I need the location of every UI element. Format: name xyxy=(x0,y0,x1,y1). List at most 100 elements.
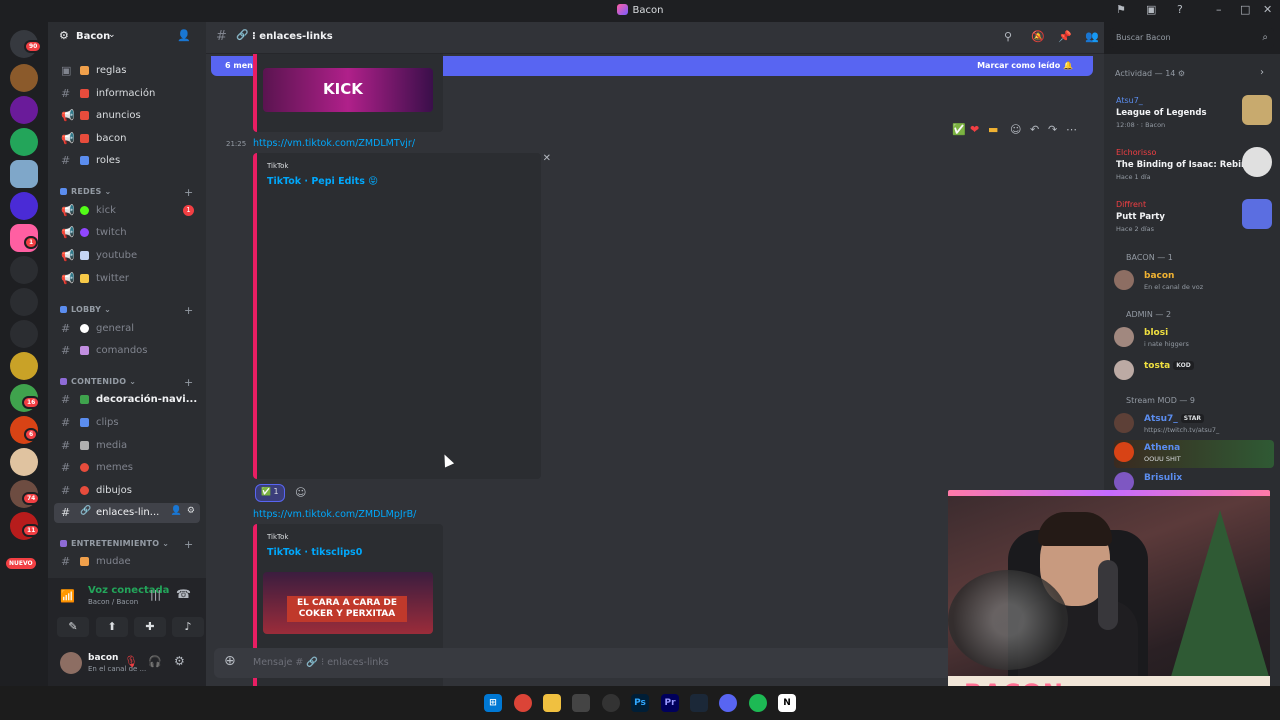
threads-icon[interactable]: ⚲ xyxy=(1004,30,1012,43)
server-icon[interactable] xyxy=(10,128,38,156)
more-icon[interactable]: ⋯ xyxy=(1066,123,1077,136)
server-icon[interactable] xyxy=(10,352,38,380)
premiere-icon[interactable]: Pr xyxy=(661,694,679,712)
channel-item[interactable]: # clips xyxy=(54,413,200,433)
add-channel-icon[interactable]: + xyxy=(184,186,193,199)
server-icon[interactable] xyxy=(10,256,38,284)
channel-item[interactable]: # media xyxy=(54,436,200,456)
add-reaction-icon[interactable]: ☺ xyxy=(295,486,306,499)
member-item[interactable]: blosi i nate higgers xyxy=(1114,325,1274,353)
server-header[interactable]: ⚙ Bacon ⌄ 👤 xyxy=(48,22,206,54)
channel-item[interactable]: ▣ reglas xyxy=(54,61,200,81)
channel-item[interactable]: # mudae xyxy=(54,552,200,572)
activity-card[interactable]: Diffrent Putt Party Hace 2 días xyxy=(1110,196,1274,244)
reaction-check[interactable]: ✅ 1 xyxy=(255,484,285,502)
avatar[interactable] xyxy=(60,652,82,674)
channel-item[interactable]: 📢 kick 1 xyxy=(54,201,200,221)
channel-item[interactable]: # general xyxy=(54,319,200,339)
soundboard-button[interactable]: ♪ xyxy=(172,617,204,637)
channel-item[interactable]: # información xyxy=(54,84,200,104)
member-list-icon[interactable]: 👥 xyxy=(1085,30,1099,43)
help-icon[interactable]: ? xyxy=(1177,3,1183,16)
file-explorer-icon[interactable] xyxy=(543,694,561,712)
channel-item[interactable]: 📢 bacon xyxy=(54,129,200,149)
category-contenido[interactable]: CONTENIDO ⌄ + xyxy=(60,376,193,389)
channel-item[interactable]: # decoración-navi... xyxy=(54,390,200,410)
embed-thumbnail[interactable]: EL CARA A CARA DE COKER Y PERXITAA xyxy=(263,572,433,634)
rainbow-flag-icon[interactable]: ▬ xyxy=(988,123,998,136)
add-channel-icon[interactable]: + xyxy=(184,304,193,317)
notifications-icon[interactable]: 🔕 xyxy=(1031,30,1045,43)
disconnect-icon[interactable]: ☎ xyxy=(176,587,191,601)
headphones-muted-icon[interactable]: 🎧 xyxy=(148,655,162,668)
add-channel-icon[interactable]: + xyxy=(184,376,193,389)
steam-icon[interactable] xyxy=(690,694,708,712)
channel-item[interactable]: 📢 youtube xyxy=(54,246,200,266)
embed-thumbnail[interactable]: KICK xyxy=(263,68,433,112)
add-channel-icon[interactable]: + xyxy=(184,538,193,551)
embed-provider[interactable]: TikTok xyxy=(267,162,288,170)
search-input[interactable]: Buscar Bacon ⌕ xyxy=(1110,28,1274,48)
reply-icon[interactable]: ↶ xyxy=(1030,123,1039,136)
discord-icon[interactable] xyxy=(719,694,737,712)
invite-icon[interactable]: 👤 xyxy=(171,506,182,516)
app-icon[interactable] xyxy=(572,694,590,712)
member-item[interactable]: tosta KOD xyxy=(1114,358,1274,386)
channel-item[interactable]: # memes xyxy=(54,458,200,478)
check-reaction-icon[interactable]: ✅ xyxy=(952,123,966,136)
activity-card[interactable]: Atsu7_ League of Legends 12:08 · ⁝ Bacon xyxy=(1110,92,1274,140)
server-icon[interactable] xyxy=(10,320,38,348)
maximize-button[interactable]: □ xyxy=(1240,3,1250,16)
channel-item[interactable]: 📢 anuncios xyxy=(54,106,200,126)
remove-embed-icon[interactable]: ✕ xyxy=(543,153,551,164)
server-icon[interactable] xyxy=(10,288,38,316)
member-item[interactable]: bacon En el canal de voz xyxy=(1114,268,1274,296)
channel-item[interactable]: # roles xyxy=(54,151,200,171)
obs-icon[interactable] xyxy=(602,694,620,712)
add-attachment-icon[interactable]: ⊕ xyxy=(224,653,236,669)
chevron-right-icon[interactable]: › xyxy=(1260,67,1264,78)
camera-off-button[interactable]: ✎ xyxy=(57,617,89,637)
add-reaction-icon[interactable]: ☺ xyxy=(1010,123,1021,136)
activity-card[interactable]: Elchorisso The Binding of Isaac: Rebirth… xyxy=(1110,144,1274,192)
channel-item[interactable]: 📢 twitter xyxy=(54,269,200,289)
channel-item-active[interactable]: # 🔗 enlaces-lin... 👤 ⚙ xyxy=(54,503,200,523)
heart-reaction-icon[interactable]: ❤ xyxy=(970,123,979,136)
photoshop-icon[interactable]: Ps xyxy=(631,694,649,712)
spotify-icon[interactable] xyxy=(749,694,767,712)
message-link[interactable]: https://vm.tiktok.com/ZMDLMpJrB/ xyxy=(253,509,416,520)
category-redes[interactable]: REDES ⌄ + xyxy=(60,186,193,199)
server-icon[interactable] xyxy=(10,96,38,124)
forward-icon[interactable]: ↷ xyxy=(1048,123,1057,136)
mark-read-button[interactable]: Marcar como leído 🔔 xyxy=(977,61,1073,70)
chrome-icon[interactable] xyxy=(514,694,532,712)
close-window-button[interactable]: ✕ xyxy=(1263,3,1272,16)
channel-item[interactable]: # dibujos xyxy=(54,481,200,501)
channel-settings-icon[interactable]: ⚙ xyxy=(187,506,195,516)
embed-title[interactable]: TikTok · Pepi Edits 😝 xyxy=(267,176,378,187)
member-item[interactable]: Atsu7_ STAR https://twitch.tv/atsu7_ xyxy=(1114,411,1274,439)
server-icon[interactable] xyxy=(10,192,38,220)
inbox-icon[interactable]: ▣ xyxy=(1146,3,1156,16)
category-entretenimiento[interactable]: ENTRETENIMIENTO ⌄ + xyxy=(60,538,193,551)
channel-item[interactable]: # comandos xyxy=(54,341,200,361)
user-settings-icon[interactable]: ⚙ xyxy=(174,654,185,668)
server-icon[interactable] xyxy=(10,64,38,92)
category-lobby[interactable]: LOBBY ⌄ + xyxy=(60,304,193,317)
start-icon[interactable]: ⊞ xyxy=(484,694,502,712)
member-item[interactable]: Athena OOUU SHIT xyxy=(1114,440,1274,468)
message-link[interactable]: https://vm.tiktok.com/ZMDLMTvjr/ xyxy=(253,138,415,149)
minimize-button[interactable]: – xyxy=(1216,3,1222,16)
voice-channel[interactable]: Bacon / Bacon xyxy=(88,598,138,606)
channel-item[interactable]: 📢 twitch xyxy=(54,223,200,243)
noise-suppression-icon[interactable]: ||| xyxy=(150,588,161,601)
server-icon[interactable] xyxy=(10,160,38,188)
mic-muted-icon[interactable]: 🎙 xyxy=(124,655,138,668)
activities-button[interactable]: ✚ xyxy=(134,617,166,637)
notion-icon[interactable]: N xyxy=(778,694,796,712)
invite-user-icon[interactable]: 👤 xyxy=(177,29,191,42)
embed-title[interactable]: TikTok · tiksclips0 xyxy=(267,547,362,558)
server-icon[interactable] xyxy=(10,448,38,476)
embed-provider[interactable]: TikTok xyxy=(267,533,288,541)
flag-icon[interactable]: ⚑ xyxy=(1116,3,1126,16)
